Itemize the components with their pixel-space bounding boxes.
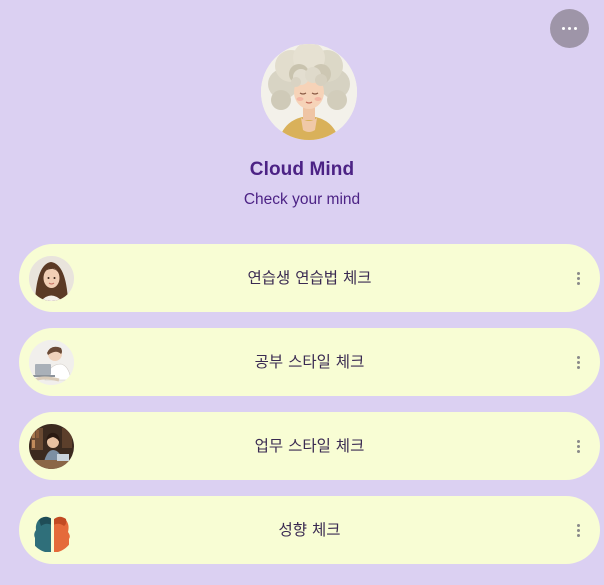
link-label: 업무 스타일 체크 [254,437,365,455]
more-vertical-icon[interactable] [570,432,586,460]
student-at-laptop-image [29,340,74,385]
more-vertical-icon[interactable] [570,348,586,376]
more-horizontal-icon [561,26,578,31]
link-button-study-style-check[interactable]: 공부 스타일 체크 [19,328,600,396]
cloud-hair-girl-illustration [261,44,357,140]
woman-working-at-desk-image [29,424,74,469]
profile-avatar [261,44,357,140]
link-thumbnail [29,256,74,301]
profile-name: Cloud Mind [249,159,355,180]
more-vertical-icon[interactable] [570,264,586,292]
more-vertical-icon[interactable] [570,516,586,544]
link-button-trainee-practice-check[interactable]: 연습생 연습법 체크 [19,244,600,312]
link-button-personality-check[interactable]: 성향 체크 [19,496,600,564]
link-label: 공부 스타일 체크 [254,353,365,371]
profile-tagline: Check your mind [243,191,361,208]
two-face-profiles-image [29,508,74,553]
link-button-work-style-check[interactable]: 업무 스타일 체크 [19,412,600,480]
link-label: 성향 체크 [278,521,341,539]
more-options-button[interactable] [550,9,589,48]
link-thumbnail [29,340,74,385]
link-thumbnail [29,508,74,553]
woman-portrait-image [29,256,74,301]
link-label: 연습생 연습법 체크 [247,269,372,287]
link-thumbnail [29,424,74,469]
